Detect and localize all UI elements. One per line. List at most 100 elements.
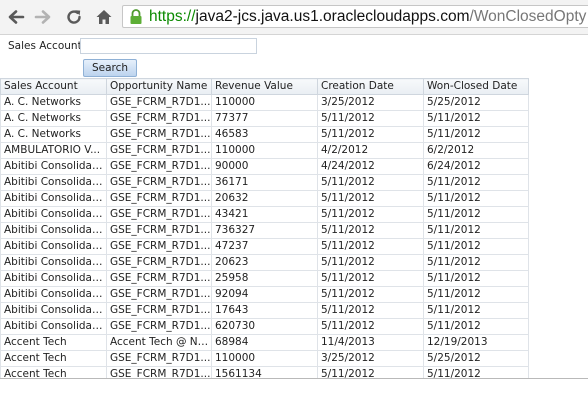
table-row[interactable]: Abitibi Consolidate... GSE_FCRM_R7D1... 43… bbox=[0, 206, 529, 223]
cell-won-closed-date: 5/11/2012 bbox=[423, 286, 529, 303]
cell-opportunity-name: GSE_FCRM_R7D1... bbox=[106, 142, 212, 159]
cell-sales-account: Abitibi Consolidate... bbox=[0, 302, 107, 319]
cell-opportunity-name: GSE_FCRM_R7D1... bbox=[106, 286, 212, 303]
arrow-right-icon bbox=[34, 10, 51, 24]
cell-revenue-value: 46583 bbox=[211, 126, 318, 143]
cell-opportunity-name: Accent Tech @ Ne... bbox=[106, 334, 212, 351]
column-header-sales-account[interactable]: Sales Account bbox=[0, 78, 107, 95]
cell-opportunity-name: GSE_FCRM_R7D1... bbox=[106, 110, 212, 127]
cell-won-closed-date: 6/2/2012 bbox=[423, 142, 529, 159]
table-row[interactable]: Abitibi Consolidate... GSE_FCRM_R7D1... 20… bbox=[0, 190, 529, 207]
cell-revenue-value: 43421 bbox=[211, 206, 318, 223]
cell-opportunity-name: GSE_FCRM_R7D1... bbox=[106, 366, 212, 378]
cell-creation-date: 11/4/2013 bbox=[317, 334, 424, 351]
table-row[interactable]: Abitibi Consolidate... GSE_FCRM_R7D1... 20… bbox=[0, 254, 529, 271]
url-text: https://java2-jcs.java.us1.oraclecloudap… bbox=[149, 8, 586, 26]
cell-revenue-value: 36171 bbox=[211, 174, 318, 191]
cell-revenue-value: 20623 bbox=[211, 254, 318, 271]
table-row[interactable]: Accent Tech Accent Tech @ Ne... 68984 11/4/… bbox=[0, 334, 529, 351]
cell-opportunity-name: GSE_FCRM_R7D1... bbox=[106, 206, 212, 223]
cell-opportunity-name: GSE_FCRM_R7D1... bbox=[106, 238, 212, 255]
cell-revenue-value: 110000 bbox=[211, 350, 318, 367]
table-row[interactable]: A. C. Networks GSE_FCRM_R7D1... 110000 3/25… bbox=[0, 94, 529, 111]
cell-opportunity-name: GSE_FCRM_R7D1... bbox=[106, 174, 212, 191]
home-icon bbox=[96, 10, 112, 24]
cell-opportunity-name: GSE_FCRM_R7D1... bbox=[106, 126, 212, 143]
cell-revenue-value: 77377 bbox=[211, 110, 318, 127]
table-row[interactable]: Accent Tech GSE_FCRM_R7D1... 110000 3/25/20… bbox=[0, 350, 529, 367]
cell-opportunity-name: GSE_FCRM_R7D1... bbox=[106, 318, 212, 335]
table-row[interactable]: A. C. Networks GSE_FCRM_R7D1... 77377 5/11/… bbox=[0, 110, 529, 127]
reload-button[interactable] bbox=[63, 7, 85, 27]
table-row[interactable]: Abitibi Consolidate... GSE_FCRM_R7D1... 17… bbox=[0, 302, 529, 319]
cell-creation-date: 5/11/2012 bbox=[317, 174, 424, 191]
cell-sales-account: A. C. Networks bbox=[0, 110, 107, 127]
cell-opportunity-name: GSE_FCRM_R7D1... bbox=[106, 94, 212, 111]
cell-won-closed-date: 6/24/2012 bbox=[423, 158, 529, 175]
table-row[interactable]: Abitibi Consolidate... GSE_FCRM_R7D1... 62… bbox=[0, 318, 529, 335]
cell-won-closed-date: 5/25/2012 bbox=[423, 350, 529, 367]
cell-revenue-value: 25958 bbox=[211, 270, 318, 287]
cell-opportunity-name: GSE_FCRM_R7D1... bbox=[106, 190, 212, 207]
cell-creation-date: 5/11/2012 bbox=[317, 318, 424, 335]
table-row[interactable]: Abitibi Consolidate... GSE_FCRM_R7D1... 47… bbox=[0, 238, 529, 255]
results-table: Sales Account Opportunity Name Revenue Val… bbox=[0, 78, 529, 378]
cell-won-closed-date: 5/11/2012 bbox=[423, 190, 529, 207]
cell-sales-account: A. C. Networks bbox=[0, 94, 107, 111]
table-row[interactable]: Abitibi Consolidate... GSE_FCRM_R7D1... 73… bbox=[0, 222, 529, 239]
cell-sales-account: Abitibi Consolidate... bbox=[0, 318, 107, 335]
back-button[interactable] bbox=[5, 7, 27, 27]
forward-button[interactable] bbox=[32, 7, 54, 27]
table-row[interactable]: Abitibi Consolidate... GSE_FCRM_R7D1... 90… bbox=[0, 158, 529, 175]
cell-opportunity-name: GSE_FCRM_R7D1... bbox=[106, 222, 212, 239]
cell-sales-account: Abitibi Consolidate... bbox=[0, 254, 107, 271]
home-button[interactable] bbox=[93, 7, 115, 27]
cell-creation-date: 4/24/2012 bbox=[317, 158, 424, 175]
search-button[interactable]: Search bbox=[83, 59, 137, 77]
browser-toolbar: https://java2-jcs.java.us1.oraclecloudap… bbox=[0, 0, 588, 35]
cell-revenue-value: 20632 bbox=[211, 190, 318, 207]
cell-revenue-value: 110000 bbox=[211, 94, 318, 111]
cell-revenue-value: 736327 bbox=[211, 222, 318, 239]
cell-won-closed-date: 5/11/2012 bbox=[423, 254, 529, 271]
cell-sales-account: Abitibi Consolidate... bbox=[0, 238, 107, 255]
cell-sales-account: Accent Tech bbox=[0, 334, 107, 351]
lock-icon bbox=[130, 9, 142, 24]
table-row[interactable]: AMBULATORIO V... GSE_FCRM_R7D1... 110000 4/… bbox=[0, 142, 529, 159]
table-row[interactable]: Abitibi Consolidate... GSE_FCRM_R7D1... 25… bbox=[0, 270, 529, 287]
sales-account-input[interactable] bbox=[80, 38, 257, 54]
cell-creation-date: 3/25/2012 bbox=[317, 350, 424, 367]
cell-sales-account: AMBULATORIO V... bbox=[0, 142, 107, 159]
cell-sales-account: Accent Tech bbox=[0, 350, 107, 367]
cell-won-closed-date: 5/25/2012 bbox=[423, 94, 529, 111]
table-row[interactable]: Abitibi Consolidate... GSE_FCRM_R7D1... 92… bbox=[0, 286, 529, 303]
cell-sales-account: Accent Tech bbox=[0, 366, 107, 378]
cell-sales-account: Abitibi Consolidate... bbox=[0, 158, 107, 175]
column-header-revenue-value[interactable]: Revenue Value bbox=[211, 78, 318, 95]
cell-revenue-value: 110000 bbox=[211, 142, 318, 159]
cell-revenue-value: 90000 bbox=[211, 158, 318, 175]
cell-creation-date: 5/11/2012 bbox=[317, 190, 424, 207]
column-header-won-closed-date[interactable]: Won-Closed Date bbox=[423, 78, 529, 95]
cell-opportunity-name: GSE_FCRM_R7D1... bbox=[106, 302, 212, 319]
table-row[interactable]: Accent Tech GSE_FCRM_R7D1... 1561134 5/11/2… bbox=[0, 366, 529, 378]
cell-creation-date: 5/11/2012 bbox=[317, 302, 424, 319]
cell-revenue-value: 47237 bbox=[211, 238, 318, 255]
table-header-row: Sales Account Opportunity Name Revenue Val… bbox=[0, 78, 529, 95]
cell-opportunity-name: GSE_FCRM_R7D1... bbox=[106, 350, 212, 367]
cell-creation-date: 5/11/2012 bbox=[317, 238, 424, 255]
cell-sales-account: A. C. Networks bbox=[0, 126, 107, 143]
cell-won-closed-date: 5/11/2012 bbox=[423, 222, 529, 239]
cell-sales-account: Abitibi Consolidate... bbox=[0, 270, 107, 287]
cell-creation-date: 3/25/2012 bbox=[317, 94, 424, 111]
cell-creation-date: 5/11/2012 bbox=[317, 222, 424, 239]
column-header-creation-date[interactable]: Creation Date bbox=[317, 78, 424, 95]
table-row[interactable]: Abitibi Consolidate... GSE_FCRM_R7D1... 36… bbox=[0, 174, 529, 191]
cell-sales-account: Abitibi Consolidate... bbox=[0, 286, 107, 303]
cell-revenue-value: 92094 bbox=[211, 286, 318, 303]
column-header-opportunity-name[interactable]: Opportunity Name bbox=[106, 78, 212, 95]
table-row[interactable]: A. C. Networks GSE_FCRM_R7D1... 46583 5/11/… bbox=[0, 126, 529, 143]
cell-won-closed-date: 5/11/2012 bbox=[423, 174, 529, 191]
address-bar[interactable]: https://java2-jcs.java.us1.oraclecloudap… bbox=[122, 5, 588, 28]
cell-sales-account: Abitibi Consolidate... bbox=[0, 190, 107, 207]
